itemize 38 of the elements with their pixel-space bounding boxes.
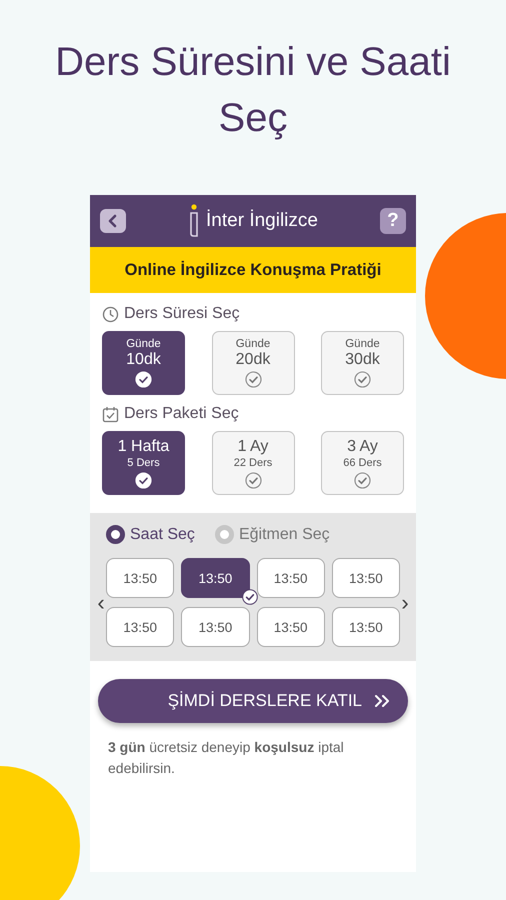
app-title: İnter İngilizce xyxy=(206,210,318,232)
calendar-icon xyxy=(102,406,119,422)
time-slot[interactable]: 13:50 xyxy=(106,558,174,598)
time-slot[interactable]: 13:50 xyxy=(181,607,250,647)
back-icon xyxy=(107,214,119,228)
time-slot[interactable]: 13:50 xyxy=(332,558,400,598)
check-icon xyxy=(135,371,152,388)
option-card[interactable]: Günde 10dk xyxy=(102,331,185,395)
previous-button[interactable]: ‹ xyxy=(96,590,106,616)
check-icon xyxy=(135,472,152,488)
join-button[interactable]: ŞİMDİ DERSLERE KATIL xyxy=(98,679,408,723)
logo-icon xyxy=(188,204,200,238)
headline: Ders Süresini ve Saati Seç xyxy=(54,39,452,142)
check-icon xyxy=(244,472,262,488)
check-icon xyxy=(244,371,262,388)
chevrons-right-icon xyxy=(374,694,392,708)
back-button[interactable] xyxy=(100,209,126,233)
next-button[interactable]: › xyxy=(400,590,410,616)
clock-icon xyxy=(102,306,119,322)
time-slot[interactable]: 13:50 xyxy=(256,558,325,598)
trial-note: 3 gün ücretsiz deneyip koşulsuz iptal edebilirsin. xyxy=(108,738,345,778)
check-icon xyxy=(242,589,258,605)
time-slot[interactable]: 13:50 xyxy=(106,607,174,647)
time-slot[interactable]: 13:50 xyxy=(181,558,250,598)
option-card[interactable]: 3 Ay 66 Ders xyxy=(321,431,404,495)
banner-title: Online İngilizce Konuşma Pratiği xyxy=(124,260,382,280)
option-card[interactable]: 1 Hafta 5 Ders xyxy=(102,431,185,495)
section-title: Ders Paketi Seç xyxy=(124,405,239,423)
option-card[interactable]: Günde 20dk xyxy=(212,331,294,395)
option-card[interactable]: Günde 30dk xyxy=(321,331,404,395)
time-slot[interactable]: 13:50 xyxy=(332,607,400,647)
time-slot[interactable]: 13:50 xyxy=(256,607,325,647)
radio-option[interactable]: Eğitmen Seç xyxy=(214,525,330,544)
option-card[interactable]: 1 Ay 22 Ders xyxy=(212,431,294,495)
section-title: Ders Süresi Seç xyxy=(124,305,240,323)
radio-option[interactable]: Saat Seç xyxy=(106,525,195,544)
check-icon xyxy=(354,371,371,388)
check-icon xyxy=(354,472,371,488)
